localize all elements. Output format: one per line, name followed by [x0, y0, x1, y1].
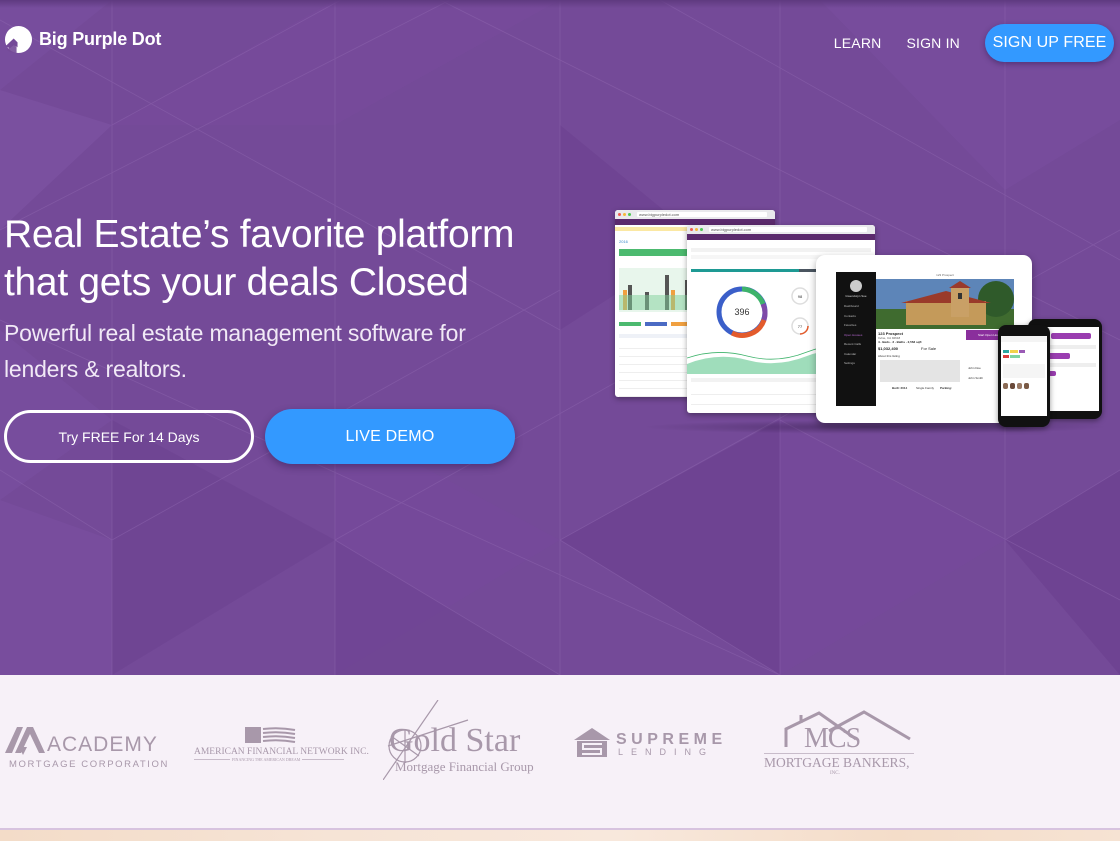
top-nav: LEARN SIGN IN SIGN UP FREE [834, 24, 1114, 62]
product-mockup-image: www.bigpurpledot.com 2016 www.bigpurpled… [610, 205, 1110, 440]
house-photo [876, 279, 1014, 329]
live-demo-button[interactable]: LIVE DEMO [265, 409, 515, 464]
gauge-1-value: 98 [798, 294, 803, 299]
sign-up-free-button[interactable]: SIGN UP FREE [985, 24, 1114, 62]
subhead-line-1: Powerful real estate management software… [4, 320, 466, 346]
app-sidebar-thumbnail: Gwendolyn Sue Dashboard Contacts Favorit… [836, 272, 876, 406]
house-in-circle-icon [4, 25, 33, 54]
brand-name: Big Purple Dot [39, 29, 162, 49]
brand-logo[interactable]: Big Purple Dot [4, 25, 161, 54]
headline-line-1: Real Estate’s favorite platform [4, 213, 515, 256]
nav-learn-link[interactable]: LEARN [834, 35, 882, 51]
partner-logo-gold-star: Gold Star Mortgage Financial Group [383, 700, 543, 780]
agent-avatar [850, 280, 862, 292]
url-bar: www.bigpurpledot.com [637, 212, 767, 217]
next-section-edge [0, 830, 1120, 841]
hero-section: Big Purple Dot LEARN SIGN IN SIGN UP FRE… [0, 0, 1120, 675]
nav-sign-in-link[interactable]: SIGN IN [906, 35, 960, 51]
phone-device-front [998, 325, 1050, 427]
donut-value: 396 [734, 307, 749, 317]
listing-price: $1,032,400 [878, 346, 899, 351]
hero-subheading: Powerful real estate management software… [4, 315, 466, 387]
try-free-button[interactable]: Try FREE For 14 Days [4, 410, 254, 463]
hero-headline: Real Estate’s favorite platform that get… [4, 211, 515, 307]
partner-logos-section: ACADEMY MORTGAGE CORPORATION AMERICAN FI… [0, 675, 1120, 829]
flag-icon [245, 727, 296, 743]
gauge-2-value: 77 [798, 324, 803, 329]
house-s-icon [574, 728, 610, 757]
url-bar-front: www.bigpurpledot.com [709, 227, 867, 232]
subhead-line-2: lenders & realtors. [4, 356, 187, 382]
academy-a-icon [5, 727, 45, 755]
top-shade [0, 0, 1120, 8]
headline-line-2: that gets your deals Closed [4, 261, 469, 304]
partner-logo-mcs-mortgage-bankers: MCS MORTGAGE BANKERS, INC. [764, 709, 924, 789]
cta-buttons: Try FREE For 14 Days LIVE DEMO [4, 409, 515, 464]
